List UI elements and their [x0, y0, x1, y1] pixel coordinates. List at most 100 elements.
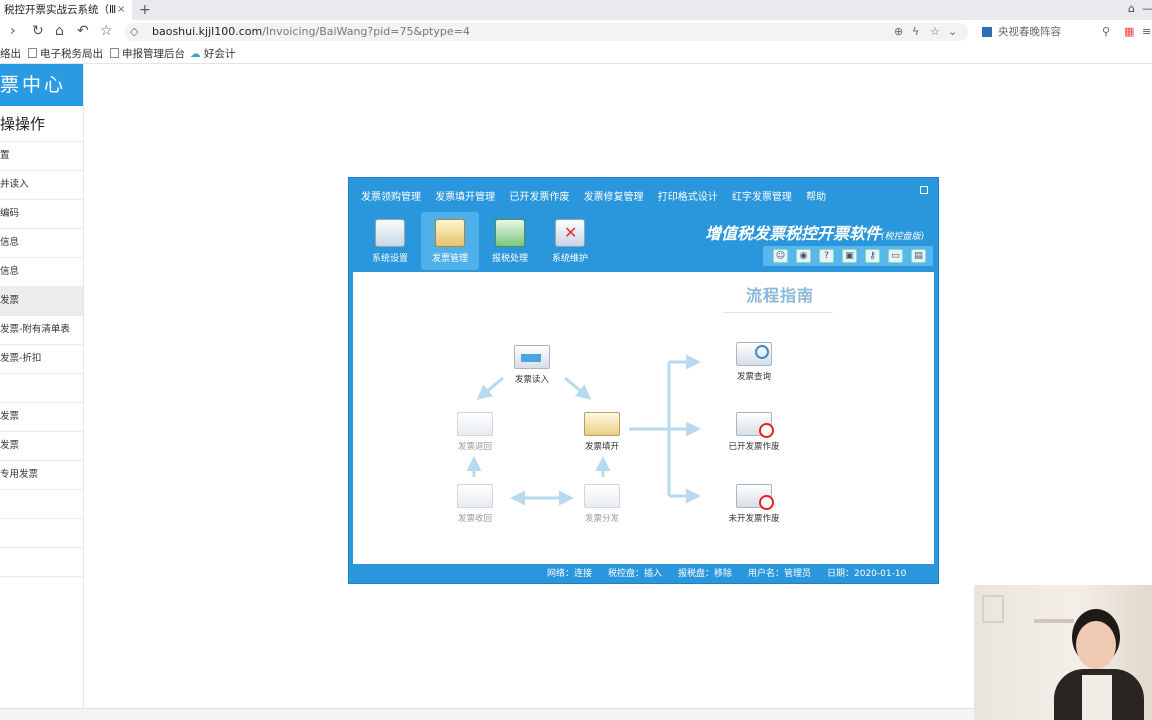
menu-item-repair[interactable]: 发票修复管理	[584, 192, 644, 203]
sidebar: 票中心 操操作 置 并读入 编码 信息 信息 发票 发票-附有清单表 发票-折扣…	[0, 64, 84, 720]
menu-item-print-format[interactable]: 打印格式设计	[658, 192, 718, 203]
menu-item-red-invoice[interactable]: 红字发票管理	[732, 192, 792, 203]
zoom-icon[interactable]: ⊕	[894, 23, 903, 41]
user-icon[interactable]: ☺	[773, 249, 788, 263]
sidebar-item[interactable]	[0, 490, 83, 519]
status-date: 日期：2020-01-10	[827, 569, 907, 579]
url-host: baoshui.kjjl100.com	[152, 25, 263, 38]
tool-tax-report[interactable]: 报税处理	[481, 212, 539, 270]
node-void-blank[interactable]: 未开发票作废	[714, 484, 794, 524]
invoice-edit-icon	[584, 412, 620, 436]
sidebar-item[interactable]	[0, 519, 83, 548]
menu-item-help[interactable]: 帮助	[806, 192, 826, 203]
tool-invoice-management[interactable]: 发票管理	[421, 212, 479, 270]
sidebar-item[interactable]: 信息	[0, 258, 83, 287]
node-distribute[interactable]: 发票分发	[562, 484, 642, 524]
shirt-icon[interactable]: ⌂	[1128, 2, 1135, 15]
sidebar-item-active[interactable]: 发票	[0, 287, 83, 316]
bookmark-item[interactable]: ☁ 好会计	[190, 44, 235, 64]
browser-status-bar	[0, 708, 974, 720]
status-report-disk: 报税盘：移除	[678, 569, 733, 579]
invoice-icon	[435, 219, 465, 247]
shield-icon: ◇	[130, 25, 139, 38]
node-recover[interactable]: 发票收回	[435, 484, 515, 524]
tax-report-icon	[495, 219, 525, 247]
menu-item-fill[interactable]: 发票填开管理	[435, 192, 495, 203]
background-frame	[982, 595, 1004, 623]
new-tab-button[interactable]: +	[139, 0, 151, 20]
search-input[interactable]: 央视春晚阵容 ⚲	[978, 23, 1116, 41]
star-icon[interactable]: ☆	[100, 23, 113, 39]
node-query[interactable]: 发票查询	[714, 342, 794, 382]
chevron-down-icon[interactable]: ⌄	[948, 23, 957, 41]
sidebar-item[interactable]: 置	[0, 142, 83, 171]
search-icon[interactable]: ⚲	[1102, 23, 1110, 41]
tool-label: 发票管理	[431, 254, 468, 264]
document-icon[interactable]: ▤	[911, 249, 926, 263]
apps-icon[interactable]: ▦	[1124, 24, 1134, 40]
node-void-issued[interactable]: 已开发票作废	[714, 412, 794, 452]
tools-icon	[555, 219, 585, 247]
node-read-in[interactable]: 发票读入	[492, 345, 572, 385]
bookmarks-bar: 络出 电子税务局出 申报管理后台 ☁ 好会计	[0, 44, 1152, 64]
undo-icon[interactable]: ↶	[77, 23, 89, 39]
sidebar-item[interactable]	[0, 548, 83, 577]
invoice-void-icon	[736, 484, 774, 510]
tool-system-settings[interactable]: 系统设置	[361, 212, 419, 270]
node-return[interactable]: 发票退回	[435, 412, 515, 452]
invoice-return-icon	[457, 412, 493, 436]
invoice-app-window: 发票领购管理 发票填开管理 已开发票作废 发票修复管理 打印格式设计 红字发票管…	[348, 177, 939, 584]
address-bar[interactable]: ◇ baoshui.kjjl100.com/Invoicing/BaiWang?…	[124, 23, 968, 41]
reload-icon[interactable]: ↻	[32, 23, 44, 39]
bookmark-item[interactable]: 申报管理后台	[110, 44, 185, 64]
webcam-overlay	[974, 585, 1152, 720]
presenter-head	[1076, 621, 1116, 669]
forward-icon[interactable]: ›	[10, 23, 16, 39]
sidebar-item[interactable]: 并读入	[0, 171, 83, 200]
invoice-distribute-icon	[584, 484, 620, 508]
home-icon[interactable]: ⌂	[55, 23, 64, 39]
window-icon[interactable]: ▣	[842, 249, 857, 263]
lightning-icon[interactable]: ϟ	[912, 23, 919, 41]
tool-label: 系统维护	[551, 254, 588, 264]
browser-tab[interactable]: 税控开票实战云系统（Ⅲ ×	[0, 0, 132, 20]
browser-tab-bar: 税控开票实战云系统（Ⅲ × + ⌂ —	[0, 0, 1152, 20]
close-tab-icon[interactable]: ×	[117, 0, 125, 20]
sidebar-item[interactable]: 信息	[0, 229, 83, 258]
tab-title: 税控开票实战云系统（Ⅲ	[4, 4, 117, 16]
background-shelf	[1034, 619, 1074, 623]
sidebar-item[interactable]: 发票	[0, 432, 83, 461]
globe-icon[interactable]: ◉	[796, 249, 811, 263]
node-fill[interactable]: 发票填开	[562, 412, 642, 452]
menu-item-purchase[interactable]: 发票领购管理	[361, 192, 421, 203]
tool-system-maintenance[interactable]: 系统维护	[541, 212, 599, 270]
bookmark-item[interactable]: 络出	[0, 44, 21, 64]
maximize-icon[interactable]	[920, 186, 928, 194]
search-text: 央视春晚阵容	[998, 26, 1061, 38]
sidebar-subheader: 操操作	[0, 106, 83, 142]
invoice-void-icon	[736, 412, 774, 438]
tool-label: 报税处理	[491, 254, 528, 264]
invoice-read-icon	[514, 345, 550, 369]
sidebar-item[interactable]: 专用发票	[0, 461, 83, 490]
menu-item-void[interactable]: 已开发票作废	[509, 192, 569, 203]
folder-icon[interactable]: ▭	[888, 249, 903, 263]
sidebar-item[interactable]: 编码	[0, 200, 83, 229]
bookmark-item[interactable]: 电子税务局出	[28, 44, 103, 64]
app-title-suffix: (税控盘版)	[881, 232, 925, 242]
tool-label: 系统设置	[371, 254, 408, 264]
bookmark-star-icon[interactable]: ☆	[930, 23, 940, 41]
minimize-icon[interactable]: —	[1142, 2, 1152, 15]
sidebar-item[interactable]: 发票-折扣	[0, 345, 83, 374]
app-title: 增值税发票税控开票软件(税控盘版)	[705, 224, 925, 243]
key-icon[interactable]: ⚷	[865, 249, 880, 263]
sidebar-item[interactable]	[0, 374, 83, 403]
sidebar-item[interactable]: 发票	[0, 403, 83, 432]
app-status-bar: 网络：连接 税控盘：插入 报税盘：移除 用户名：管理员 日期：2020-01-1…	[349, 565, 938, 583]
help-icon[interactable]: ?	[819, 249, 834, 263]
invoice-query-icon	[736, 342, 772, 366]
url-path: /Invoicing/BaiWang?pid=75&ptype=4	[262, 25, 470, 38]
menu-icon[interactable]: ≡	[1142, 24, 1151, 40]
sidebar-item[interactable]: 发票-附有清单表	[0, 316, 83, 345]
presenter-shirt	[1082, 675, 1112, 720]
